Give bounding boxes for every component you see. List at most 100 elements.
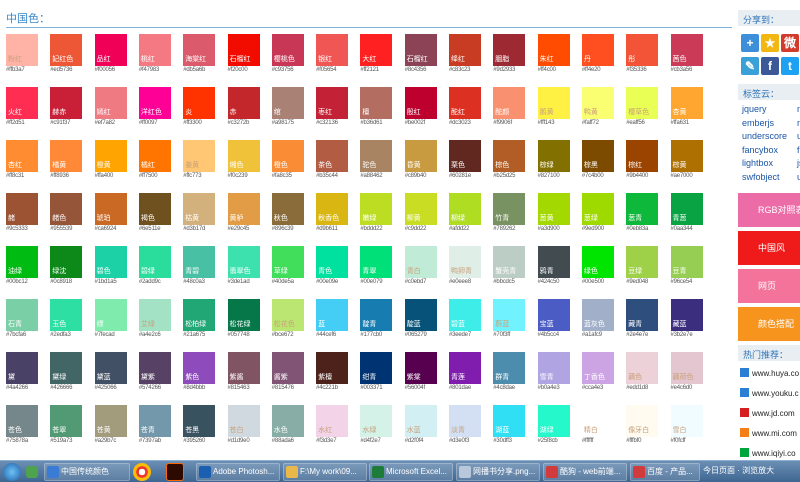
color-chip[interactable]: 柳黄	[404, 193, 437, 225]
color-swatch[interactable]: 橘红 #ff7500	[138, 140, 171, 181]
color-swatch[interactable]: 杏黄 #ffa631	[670, 87, 703, 128]
color-chip[interactable]: 茜色	[670, 34, 703, 66]
color-chip[interactable]: 藕荷色	[670, 352, 703, 384]
color-swatch[interactable]: 妃红色 #ed5736	[50, 34, 83, 75]
color-swatch[interactable]: 琥珀 #ca6924	[94, 193, 127, 234]
color-chip[interactable]: 雪白	[670, 405, 703, 437]
color-swatch[interactable]: 缃色 #f0c239	[227, 140, 260, 181]
color-chip[interactable]: 雪青	[537, 352, 570, 384]
promo-button[interactable]: 网页	[738, 269, 800, 303]
color-chip[interactable]: 碧色	[94, 246, 127, 278]
color-swatch[interactable]: 苍黄 #a29b7c	[94, 405, 127, 446]
color-swatch[interactable]: 藕荷色 #e4c6d0	[670, 352, 703, 393]
color-swatch[interactable]: 樱桃色 #c93756	[271, 34, 304, 75]
color-swatch[interactable]: 火红 #ff2d51	[6, 87, 38, 128]
color-chip[interactable]: 丹	[581, 34, 614, 66]
color-chip[interactable]: 鹅黄	[537, 87, 570, 119]
color-chip[interactable]: 苍白	[227, 405, 260, 437]
color-swatch[interactable]: 蔚蓝 #70f3ff	[493, 299, 526, 340]
color-swatch[interactable]: 绛红 #c83c23	[449, 34, 481, 75]
color-chip[interactable]: 樱桃色	[271, 34, 304, 66]
color-swatch[interactable]: 黛蓝 #425066	[94, 352, 127, 393]
color-swatch[interactable]: 枣红 #c32136	[316, 87, 349, 128]
share-twitter-icon[interactable]: t	[781, 57, 799, 75]
color-swatch[interactable]: 葱黄 #a3d900	[537, 193, 570, 234]
color-swatch[interactable]: 苍色 #75878a	[6, 405, 38, 446]
color-swatch[interactable]: 茶色 #b35c44	[316, 140, 349, 181]
color-chip[interactable]: 棕绿	[537, 140, 570, 172]
color-swatch[interactable]: 湖蓝 #30dff3	[493, 405, 526, 446]
color-swatch[interactable]: 石榴红 #f20c00	[227, 34, 260, 75]
color-chip[interactable]: 彤	[626, 34, 659, 66]
share-weibo-icon[interactable]: 微	[781, 34, 799, 52]
color-chip[interactable]: 湖蓝	[493, 405, 526, 437]
color-chip[interactable]: 像牙白	[626, 405, 659, 437]
color-swatch[interactable]: 鸭卵青 #e0eee8	[449, 246, 481, 287]
color-swatch[interactable]: 茜色 #cb3a56	[670, 34, 703, 75]
taskbar-window-button[interactable]: 酷狗 - web前端...	[543, 463, 627, 481]
color-chip[interactable]: 群青	[493, 352, 526, 384]
color-chip[interactable]: 葱黄	[537, 193, 570, 225]
color-chip[interactable]: 紫棠	[404, 352, 437, 384]
color-swatch[interactable]: 昏黄 #c89b40	[404, 140, 437, 181]
color-chip[interactable]: 银红	[316, 34, 349, 66]
color-swatch[interactable]: 绿沈 #0c8918	[50, 246, 83, 287]
color-chip[interactable]: 棕黑	[581, 140, 614, 172]
color-chip[interactable]: 驼色	[360, 140, 393, 172]
color-chip[interactable]: 葱绿	[581, 193, 614, 225]
color-swatch[interactable]: 洋红色 #ff0097	[138, 87, 171, 128]
color-swatch[interactable]: 大红 #ff2121	[360, 34, 393, 75]
color-chip[interactable]: 紫檀	[316, 352, 349, 384]
color-chip[interactable]: 紫色	[183, 352, 216, 384]
color-swatch[interactable]: 雪青 #b0a4e3	[537, 352, 570, 393]
color-chip[interactable]: 水绿	[360, 405, 393, 437]
promo-button[interactable]: 颜色搭配	[738, 307, 800, 341]
color-chip[interactable]: 棕红	[626, 140, 659, 172]
color-swatch[interactable]: 青白 #c0ebd7	[404, 246, 437, 287]
start-button-icon[interactable]	[3, 463, 21, 481]
color-swatch[interactable]: 炎 #ff3300	[183, 87, 216, 128]
color-swatch[interactable]: 橙色 #fa8c35	[271, 140, 304, 181]
color-chip[interactable]: 藕色	[626, 352, 659, 384]
color-swatch[interactable]: 石榴红 #8c4356	[404, 34, 437, 75]
color-chip[interactable]: 大红	[360, 34, 393, 66]
color-swatch[interactable]: 水色 #88ada6	[271, 405, 304, 446]
color-swatch[interactable]: 粉红 #ffb3a7	[6, 34, 38, 75]
color-chip[interactable]: 杏红	[6, 140, 38, 172]
color-swatch[interactable]: 靛青 #177cb0	[360, 299, 393, 340]
tag-link[interactable]: lightbox	[742, 158, 773, 169]
color-chip[interactable]: 紫酱	[227, 352, 260, 384]
color-chip[interactable]: 蔚蓝	[493, 299, 526, 331]
color-chip[interactable]: 绾	[271, 87, 304, 119]
color-chip[interactable]: 绿色	[581, 246, 614, 278]
color-chip[interactable]: 青翠	[360, 246, 393, 278]
color-chip[interactable]: 湖绿	[537, 405, 570, 437]
color-swatch[interactable]: 紫棠 #56004f	[404, 352, 437, 393]
color-swatch[interactable]: 赤 #c3272b	[227, 87, 260, 128]
chrome-icon[interactable]	[133, 463, 151, 481]
recommend-link[interactable]: www.jd.com	[738, 404, 800, 424]
color-swatch[interactable]: 黛紫 #574266	[138, 352, 171, 393]
color-chip[interactable]: 赭色	[50, 193, 83, 225]
taskbar-window-button[interactable]: 中国传统颜色	[44, 463, 130, 481]
color-chip[interactable]: 嫩绿	[360, 193, 393, 225]
taskbar-window-button[interactable]: 网播书分享.png...	[456, 463, 540, 481]
color-swatch[interactable]: 松花绿 #057748	[227, 299, 260, 340]
color-swatch[interactable]: 葱绿 #9ed900	[581, 193, 614, 234]
color-chip[interactable]: 黛绿	[50, 352, 83, 384]
color-swatch[interactable]: 银红 #f05654	[316, 34, 349, 75]
color-chip[interactable]: 艾绿	[138, 299, 171, 331]
color-swatch[interactable]: 赫赤 #c91f37	[50, 87, 83, 128]
color-chip[interactable]: 青碧	[183, 246, 216, 278]
color-swatch[interactable]: 鹅黄 #fff143	[537, 87, 570, 128]
color-swatch[interactable]: 紫酱 #815463	[227, 352, 260, 393]
color-chip[interactable]: 苍黑	[183, 405, 216, 437]
color-swatch[interactable]: 丁香色 #cca4e3	[581, 352, 614, 393]
color-swatch[interactable]: 油绿 #00bc12	[6, 246, 38, 287]
taskbar-window-button[interactable]: Adobe Photosh...	[196, 463, 280, 481]
color-swatch[interactable]: 豆青 #96ce54	[670, 246, 703, 287]
color-swatch[interactable]: 雪白 #f0fcff	[670, 405, 703, 446]
color-swatch[interactable]: 殷红 #be002f	[404, 87, 437, 128]
color-swatch[interactable]: 秋香色 #d9b611	[316, 193, 349, 234]
color-swatch[interactable]: 草绿 #40de5a	[271, 246, 304, 287]
